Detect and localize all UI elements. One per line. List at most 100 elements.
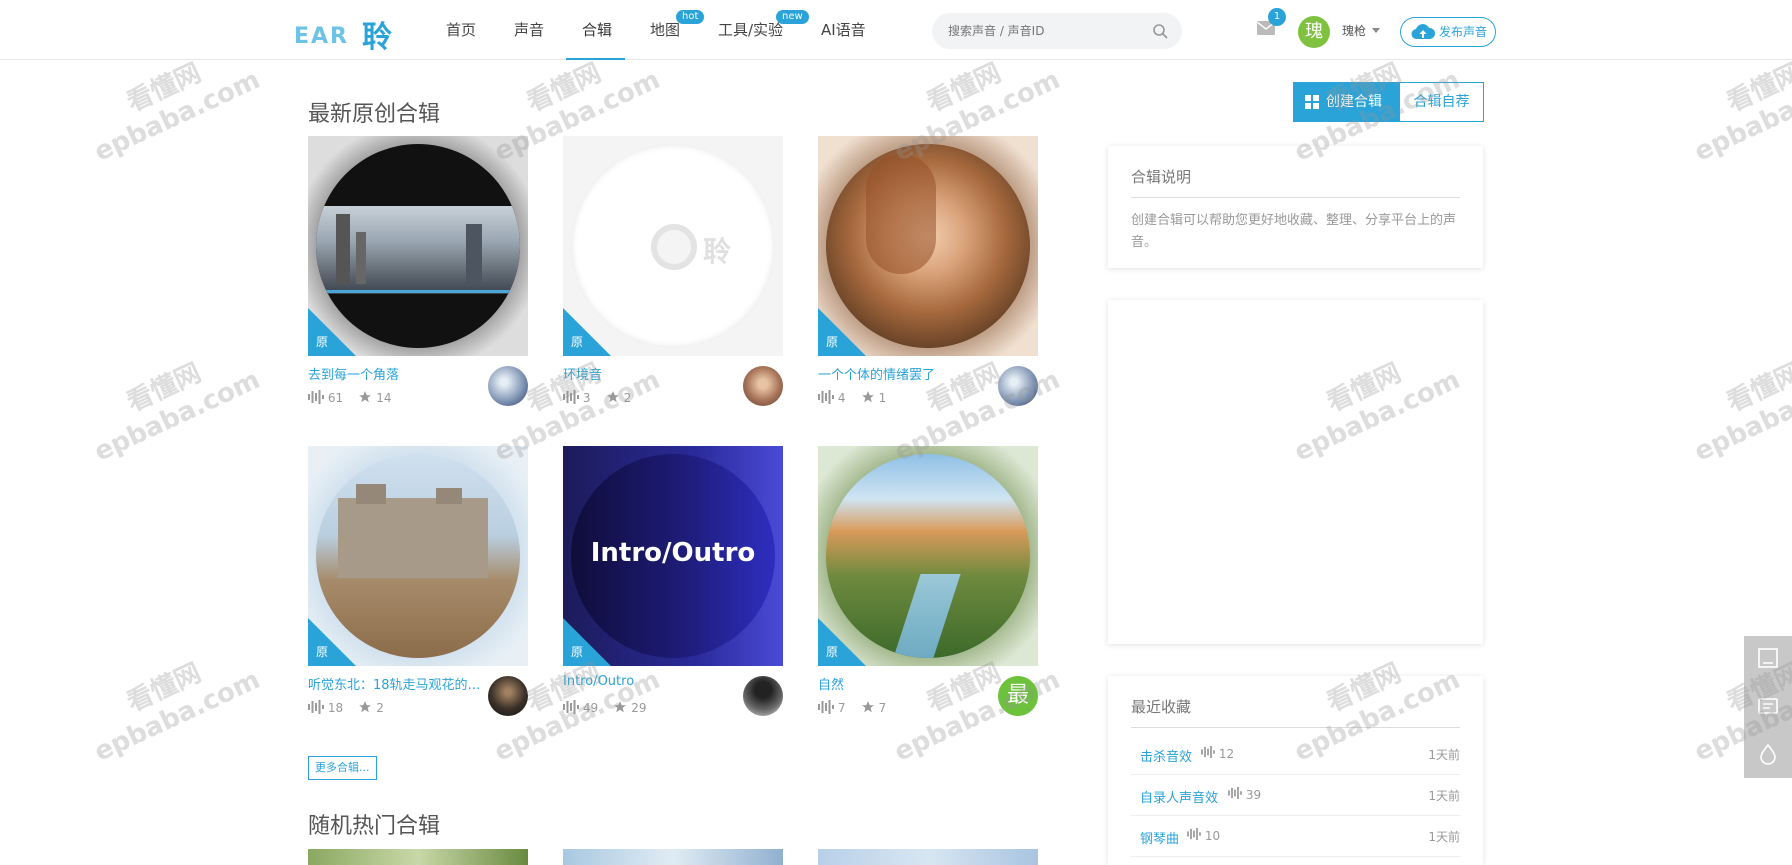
recent-favorites-title: 最近收藏 (1131, 696, 1460, 728)
play-count: 18 (327, 701, 344, 715)
favorite-time: 1天前 (1428, 789, 1460, 803)
message-icon[interactable] (1756, 694, 1780, 718)
create-collection-label: 创建合辑 (1326, 94, 1382, 110)
author-avatar[interactable] (998, 366, 1038, 406)
feedback-icon[interactable] (1756, 646, 1780, 670)
star-count: 7 (878, 701, 887, 715)
recent-favorites-panel: 最近收藏 击杀音效 12 1天前 自录人声音效 39 1天前 钢琴曲 10 1天… (1108, 676, 1483, 865)
waveform-icon (308, 390, 324, 404)
collection-title[interactable]: 环境音 (563, 364, 741, 383)
play-count: 7 (837, 701, 846, 715)
waveform-icon (563, 390, 579, 404)
author-avatar[interactable] (743, 366, 783, 406)
collection-card: 原 去到每一个角落 61 14 (308, 136, 528, 426)
nav-map[interactable]: 地图 (650, 0, 680, 60)
cover-logo-mark: 聆 (703, 235, 732, 268)
logo-text: EAR (294, 24, 349, 49)
publish-sound-label: 发布声音 (1439, 25, 1488, 39)
collection-title[interactable]: 听觉东北：18轨走马观花的东北之旅 (308, 674, 486, 693)
nav-home[interactable]: 首页 (446, 0, 476, 60)
favorite-count-value: 12 (1218, 747, 1235, 761)
search-input[interactable] (948, 13, 1138, 49)
play-count: 3 (582, 391, 591, 405)
author-avatar[interactable]: 最 (998, 676, 1038, 716)
star-count: 1 (878, 391, 887, 405)
collection-title[interactable]: 一个个体的情绪罢了 (818, 364, 996, 383)
collection-cover[interactable]: 原 (308, 446, 528, 666)
watermark: 看懂网 epbaba.com (1689, 358, 1792, 468)
nav-map-hot-badge: hot (676, 10, 705, 24)
logo-mark: 聆 (362, 20, 392, 55)
top-navbar: EAR 聆 首页 声音 合辑 地图 hot 工具/实验 new AI语音 1 瑰… (0, 0, 1792, 60)
watermark: 看懂网 epbaba.com (89, 358, 265, 468)
publish-sound-button[interactable]: 发布声音 (1400, 17, 1496, 47)
collection-info-text: 创建合辑可以帮助您更好地收藏、整理、分享平台上的声音。 (1131, 213, 1457, 250)
mail-count-badge: 1 (1268, 8, 1286, 26)
collection-card: 聆 原 环境音 3 2 (563, 136, 783, 426)
collection-cover[interactable]: Intro/Outro 原 (563, 446, 783, 666)
star-count: 29 (631, 701, 647, 715)
author-avatar[interactable] (488, 366, 528, 406)
nav-ai-voice[interactable]: AI语音 (821, 0, 866, 60)
author-avatar[interactable] (488, 676, 528, 716)
collection-stats: 18 2 (308, 700, 384, 715)
more-collections-button[interactable]: 更多合辑... (308, 756, 377, 780)
nav-sounds[interactable]: 声音 (514, 0, 544, 60)
favorite-count-value: 10 (1204, 829, 1221, 843)
star-icon (606, 391, 619, 403)
create-collection-button[interactable]: 创建合辑 (1293, 82, 1399, 122)
waveform-icon (818, 700, 834, 714)
favorite-name[interactable]: 击杀音效 (1140, 746, 1192, 765)
collection-cover[interactable]: 原 (308, 136, 528, 356)
grid-plus-icon (1305, 95, 1319, 109)
latest-collections-title: 最新原创合辑 (308, 102, 441, 127)
original-tag: 原 (826, 335, 839, 349)
user-name[interactable]: 瑰枪 (1342, 22, 1366, 39)
play-count: 49 (582, 701, 599, 715)
favorite-count-value: 39 (1245, 788, 1262, 802)
collection-card: 原 自然 7 7 最 (818, 446, 1038, 736)
site-logo[interactable]: EAR 聆 (294, 12, 400, 55)
favorite-time: 1天前 (1428, 830, 1460, 844)
nav-tools-new-badge: new (776, 10, 809, 24)
collection-stats: 3 2 (563, 390, 631, 405)
nav-collections[interactable]: 合辑 (582, 0, 612, 60)
favorite-name[interactable]: 钢琴曲 (1140, 828, 1179, 847)
random-hot-collections-title: 随机热门合辑 (308, 814, 441, 839)
recommend-collection-button[interactable]: 合辑自荐 (1399, 82, 1484, 122)
collection-title[interactable]: 自然 (818, 674, 996, 693)
collection-card: 原 听觉东北：18轨走马观花的东北之旅 18 2 (308, 446, 528, 736)
collection-title[interactable]: 去到每一个角落 (308, 364, 486, 383)
favorite-name[interactable]: 自录人声音效 (1140, 787, 1218, 806)
cover-text: Intro/Outro (590, 538, 756, 568)
star-icon (359, 391, 372, 403)
watermark: 看懂网 epbaba.com (89, 658, 265, 768)
collection-title[interactable]: Intro/Outro (563, 674, 741, 689)
collection-cover[interactable]: 原 (818, 136, 1038, 356)
cloud-upload-icon (1411, 24, 1435, 40)
collection-cover[interactable] (563, 849, 783, 865)
collection-cover[interactable] (818, 849, 1038, 865)
star-icon (861, 701, 874, 713)
original-tag: 原 (571, 645, 584, 659)
play-count: 61 (327, 391, 344, 405)
collection-stats: 4 1 (818, 390, 886, 405)
original-tag: 原 (571, 335, 584, 349)
search-icon[interactable] (1152, 23, 1168, 39)
chevron-down-icon[interactable] (1372, 28, 1380, 33)
floating-toolbar (1744, 636, 1792, 778)
water-drop-icon[interactable] (1756, 742, 1780, 766)
collection-cover[interactable]: 原 (818, 446, 1038, 666)
nav-tools[interactable]: 工具/实验 (718, 0, 783, 60)
collection-cover[interactable]: 聆 原 (563, 136, 783, 356)
user-avatar[interactable]: 瑰 (1298, 16, 1330, 48)
collection-stats: 7 7 (818, 700, 886, 715)
author-avatar[interactable] (743, 676, 783, 716)
collection-cover[interactable] (308, 849, 528, 865)
collection-info-panel: 合辑说明 创建合辑可以帮助您更好地收藏、整理、分享平台上的声音。 (1108, 146, 1483, 268)
favorite-count: 39 (1228, 787, 1261, 802)
ad-panel (1108, 300, 1483, 644)
waveform-icon (308, 700, 324, 714)
collection-stats: 61 14 (308, 390, 391, 405)
favorite-count: 10 (1187, 828, 1220, 843)
